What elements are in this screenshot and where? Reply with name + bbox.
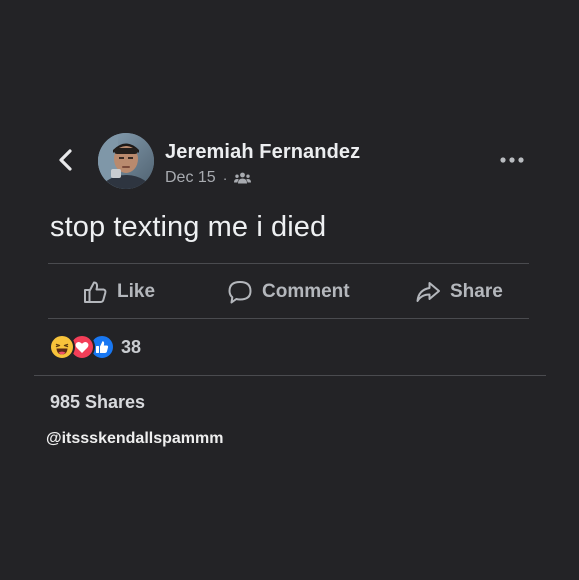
divider — [34, 375, 546, 376]
reaction-count: 38 — [121, 336, 142, 357]
more-icon — [500, 157, 524, 163]
post-meta: Dec 15 · — [165, 169, 252, 187]
shares-count[interactable]: 985 Shares — [50, 392, 145, 413]
friends-icon — [234, 172, 252, 184]
share-arrow-icon — [415, 279, 441, 305]
share-label: Share — [450, 281, 503, 302]
haha-reaction-icon — [49, 334, 75, 360]
avatar[interactable] — [98, 133, 154, 189]
reactions-summary[interactable]: 38 — [49, 334, 141, 360]
comment-button[interactable]: Comment — [227, 278, 350, 306]
share-button[interactable]: Share — [415, 278, 503, 306]
chevron-left-icon — [59, 149, 72, 171]
meta-separator: · — [222, 170, 228, 186]
divider — [48, 318, 529, 319]
post-text: stop texting me i died — [50, 211, 327, 243]
comment-label: Comment — [262, 281, 350, 302]
post-screen: Jeremiah Fernandez Dec 15 · stop texting… — [0, 0, 579, 580]
comment-icon — [227, 279, 253, 305]
thumbs-up-icon — [82, 279, 108, 305]
back-button[interactable] — [53, 146, 79, 174]
like-label: Like — [117, 281, 156, 302]
post-date[interactable]: Dec 15 — [165, 169, 216, 187]
watermark-handle: @itssskendallspammm — [46, 430, 224, 447]
divider — [48, 263, 529, 264]
author-name[interactable]: Jeremiah Fernandez — [165, 141, 360, 164]
like-button[interactable]: Like — [82, 278, 155, 306]
profile-photo — [98, 133, 154, 189]
more-options-button[interactable] — [498, 150, 526, 170]
